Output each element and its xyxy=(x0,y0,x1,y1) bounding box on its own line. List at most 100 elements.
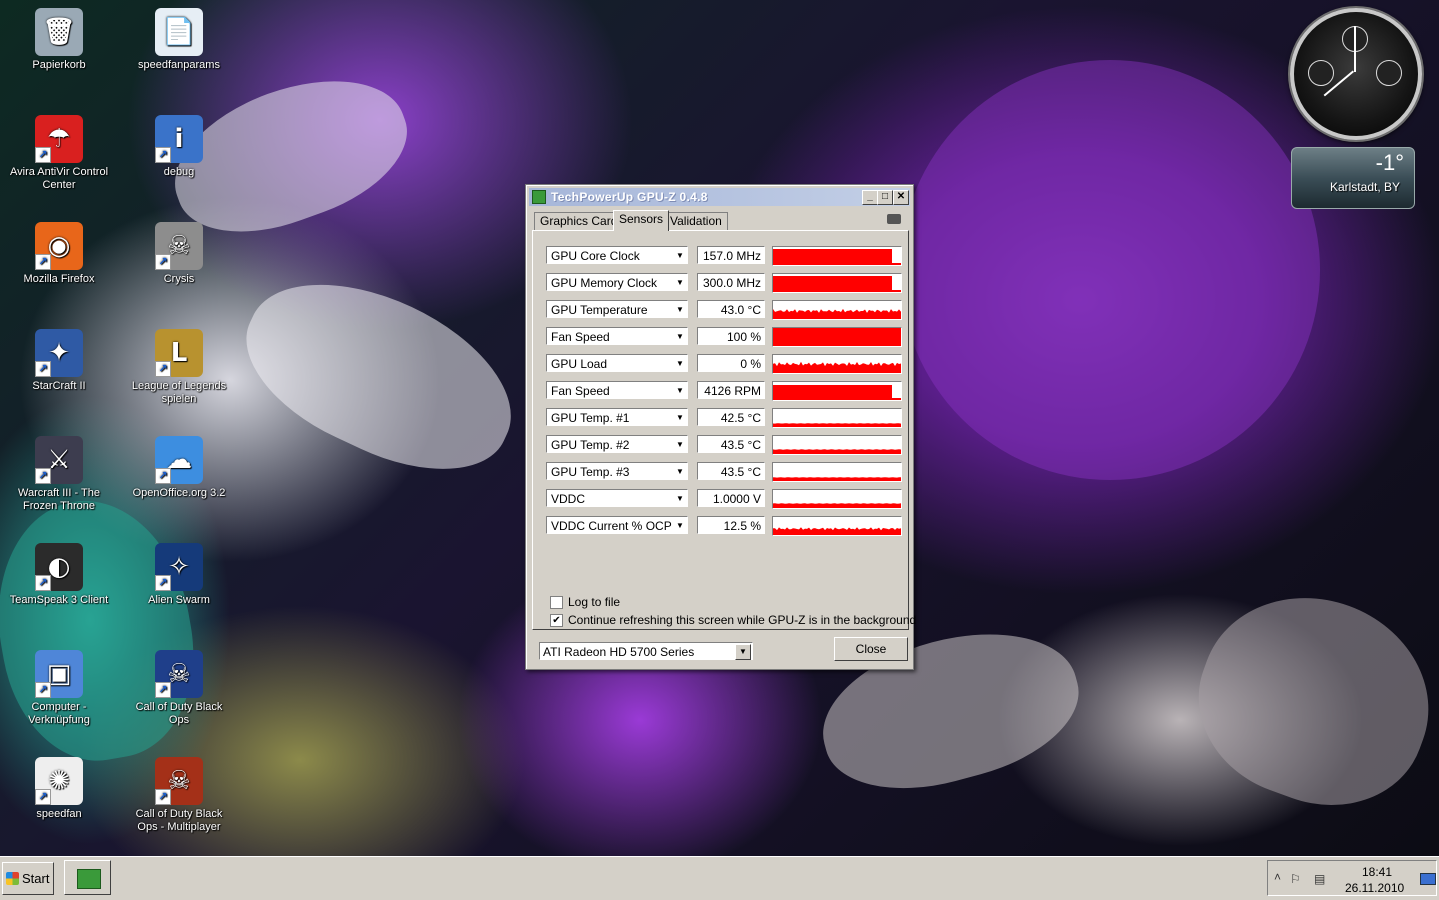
sensor-name[interactable]: GPU Load ▼ xyxy=(546,354,688,372)
chevron-down-icon[interactable]: ▼ xyxy=(673,357,687,371)
gpu-select[interactable]: ATI Radeon HD 5700 Series ▼ xyxy=(539,642,753,660)
starcraft-icon: ✦ ↗ xyxy=(35,329,83,377)
desktop-icon[interactable]: 📄 speedfanparams xyxy=(124,8,234,72)
tab-graphics-card[interactable]: Graphics Card xyxy=(534,212,624,230)
maximize-button[interactable]: □ xyxy=(877,190,893,205)
desktop-icon[interactable]: L ↗ League of Legends spielen xyxy=(124,329,234,406)
tray-date[interactable]: 26.11.2010 xyxy=(1345,881,1404,895)
window-title: TechPowerUp GPU-Z 0.4.8 xyxy=(551,190,708,204)
chevron-down-icon[interactable]: ▼ xyxy=(673,249,687,263)
desktop-icon[interactable]: ☠ ↗ Call of Duty Black Ops xyxy=(124,650,234,727)
start-button[interactable]: Start xyxy=(2,862,54,895)
chevron-down-icon[interactable]: ▼ xyxy=(673,384,687,398)
sensor-name-text: VDDC xyxy=(551,492,586,506)
desktop-icon[interactable]: ☂ ↗ Avira AntiVir Control Center xyxy=(4,115,114,192)
clock-gadget[interactable] xyxy=(1290,8,1422,140)
debug-monitor-icon: i ↗ xyxy=(155,115,203,163)
sensor-graph-plot xyxy=(773,527,901,535)
action-center-flag-icon[interactable]: ⚐ xyxy=(1290,872,1301,886)
continue-refresh-box[interactable]: ✔ xyxy=(550,614,563,627)
shortcut-arrow-icon: ↗ xyxy=(35,254,51,270)
sensor-name-text: GPU Temperature xyxy=(551,303,648,317)
tab-sensors[interactable]: Sensors xyxy=(613,210,670,231)
chevron-down-icon[interactable]: ▼ xyxy=(673,303,687,317)
desktop-icon[interactable]: ✦ ↗ StarCraft II xyxy=(4,329,114,393)
sensor-value: 0 % xyxy=(697,354,765,372)
sensor-name[interactable]: VDDC ▼ xyxy=(546,489,688,507)
chevron-down-icon[interactable]: ▼ xyxy=(673,465,687,479)
sensor-graph-area xyxy=(773,361,901,373)
sensor-graph xyxy=(772,273,902,293)
sensor-name[interactable]: GPU Temp. #1 ▼ xyxy=(546,408,688,426)
shortcut-arrow-icon: ↗ xyxy=(35,468,51,484)
chevron-up-icon[interactable]: ˄ xyxy=(1274,870,1281,884)
chevron-down-icon[interactable]: ▼ xyxy=(735,644,751,660)
shortcut-arrow-icon: ↗ xyxy=(155,468,171,484)
sensor-graph-baseline xyxy=(773,263,901,265)
wallpaper-petal xyxy=(0,485,212,775)
chevron-down-icon[interactable]: ▼ xyxy=(673,411,687,425)
chevron-down-icon[interactable]: ▼ xyxy=(673,330,687,344)
desktop-icon[interactable]: ⚔ ↗ Warcraft III - The Frozen Throne xyxy=(4,436,114,513)
sensor-name[interactable]: GPU Temperature ▼ xyxy=(546,300,688,318)
wallpaper-petal xyxy=(1172,566,1439,834)
log-to-file-label: Log to file xyxy=(568,595,621,609)
sensor-value: 100 % xyxy=(697,327,765,345)
chevron-down-icon[interactable]: ▼ xyxy=(673,492,687,506)
weather-location: Karlstadt, BY xyxy=(1329,180,1400,194)
sensor-value: 43.0 °C xyxy=(697,300,765,318)
chevron-down-icon[interactable]: ▼ xyxy=(673,276,687,290)
shortcut-arrow-icon: ↗ xyxy=(35,575,51,591)
show-desktop-button[interactable] xyxy=(1420,873,1436,885)
close-button[interactable]: Close xyxy=(834,637,908,661)
tray-time[interactable]: 18:41 xyxy=(1362,865,1392,879)
taskbar-gpuz-button[interactable] xyxy=(64,860,111,895)
sensor-name[interactable]: GPU Core Clock ▼ xyxy=(546,246,688,264)
sensor-name[interactable]: GPU Temp. #2 ▼ xyxy=(546,435,688,453)
sensor-name-text: GPU Core Clock xyxy=(551,249,640,263)
sensor-graph-plot xyxy=(773,423,901,427)
minimize-button[interactable]: _ xyxy=(862,190,878,205)
sensor-name-text: Fan Speed xyxy=(551,330,610,344)
document-icon: 📄 xyxy=(155,8,203,56)
recycle-bin-icon: 🗑 xyxy=(35,8,83,56)
windows-logo-icon xyxy=(6,872,19,885)
sensor-name[interactable]: GPU Temp. #3 ▼ xyxy=(546,462,688,480)
desktop-icon[interactable]: ☁ ↗ OpenOffice.org 3.2 xyxy=(124,436,234,500)
tab-validation[interactable]: Validation xyxy=(664,212,728,230)
shortcut-arrow-icon: ↗ xyxy=(155,361,171,377)
log-to-file-box[interactable] xyxy=(550,596,563,609)
clock-subdial xyxy=(1308,60,1334,86)
camera-icon[interactable] xyxy=(887,214,901,224)
sensor-name[interactable]: VDDC Current % OCP ▼ xyxy=(546,516,688,534)
sensor-name-text: Fan Speed xyxy=(551,384,610,398)
sensor-name[interactable]: GPU Memory Clock ▼ xyxy=(546,273,688,291)
shortcut-arrow-icon: ↗ xyxy=(35,789,51,805)
sensor-name-text: GPU Temp. #2 xyxy=(551,438,630,452)
sensor-value: 1.0000 V xyxy=(697,489,765,507)
sensor-value: 43.5 °C xyxy=(697,435,765,453)
desktop-icon[interactable]: ☠ ↗ Call of Duty Black Ops - Multiplayer xyxy=(124,757,234,834)
clock-minute-hand xyxy=(1354,26,1356,72)
sensor-name[interactable]: Fan Speed ▼ xyxy=(546,327,688,345)
chevron-down-icon[interactable]: ▼ xyxy=(673,438,687,452)
network-icon[interactable]: ▤ xyxy=(1314,872,1325,886)
shortcut-arrow-icon: ↗ xyxy=(155,147,171,163)
window-titlebar[interactable]: TechPowerUp GPU-Z 0.4.8 _ □ ✕ xyxy=(529,188,910,206)
weather-gadget[interactable]: -1° Karlstadt, BY xyxy=(1291,147,1415,209)
desktop-icon[interactable]: ☠ ↗ Crysis xyxy=(124,222,234,286)
desktop-icon[interactable]: i ↗ debug xyxy=(124,115,234,179)
sensor-name[interactable]: Fan Speed ▼ xyxy=(546,381,688,399)
gpuz-window: TechPowerUp GPU-Z 0.4.8 _ □ ✕ Graphics C… xyxy=(525,184,916,670)
sensor-graph xyxy=(772,300,902,320)
desktop-icon[interactable]: ◐ ↗ TeamSpeak 3 Client xyxy=(4,543,114,607)
chevron-down-icon[interactable]: ▼ xyxy=(673,519,687,533)
desktop-icon[interactable]: ◉ ↗ Mozilla Firefox xyxy=(4,222,114,286)
avira-icon: ☂ ↗ xyxy=(35,115,83,163)
desktop-icon[interactable]: ✺ ↗ speedfan xyxy=(4,757,114,821)
desktop-icon[interactable]: ▣ ↗ Computer - Verknüpfung xyxy=(4,650,114,727)
desktop-icon[interactable]: ✧ ↗ Alien Swarm xyxy=(124,543,234,607)
desktop-icon[interactable]: 🗑 Papierkorb xyxy=(4,8,114,72)
close-window-button[interactable]: ✕ xyxy=(893,190,909,205)
desktop-icon-label: Computer - Verknüpfung xyxy=(28,701,90,726)
